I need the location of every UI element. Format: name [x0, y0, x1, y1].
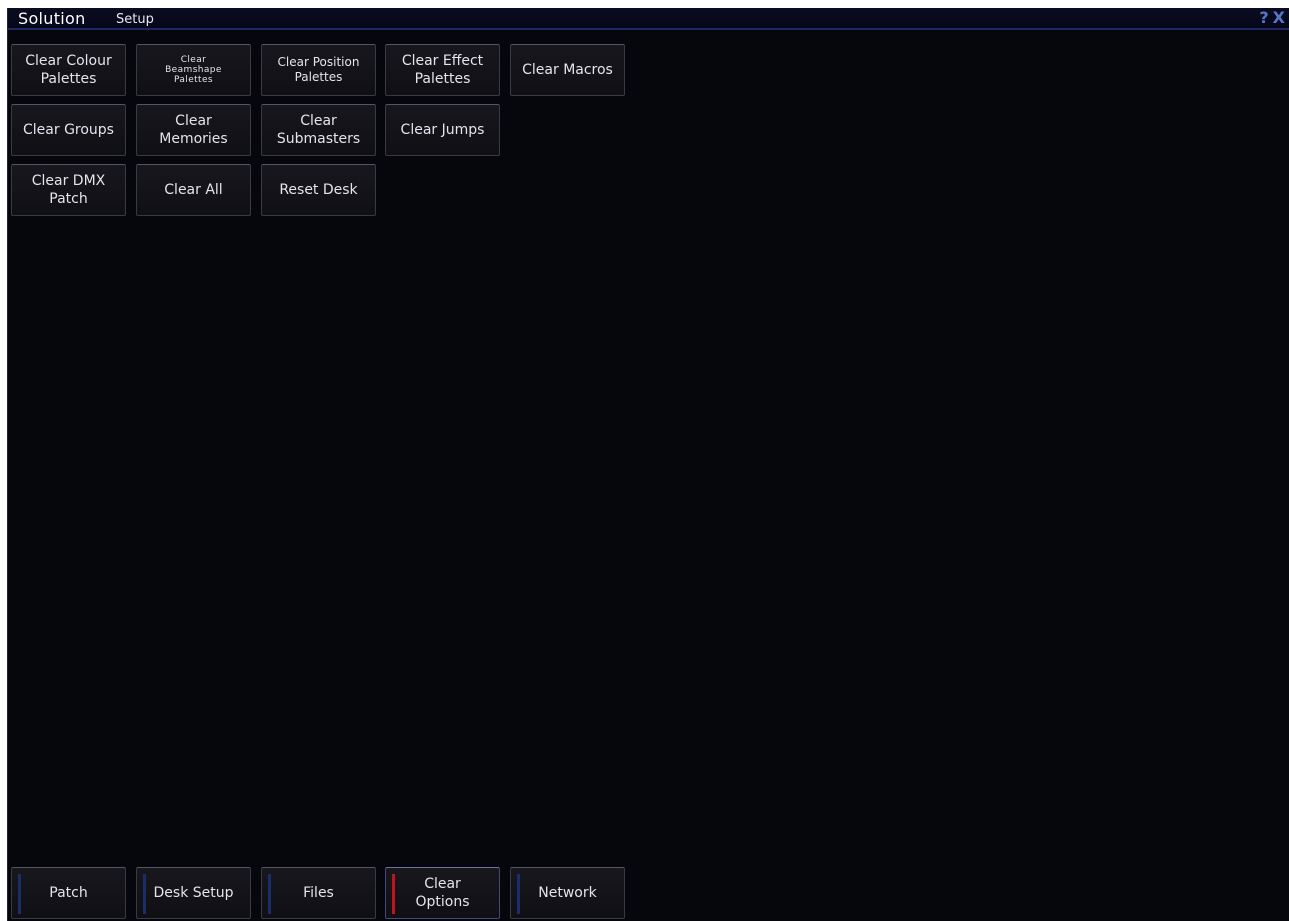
tab-desk-setup[interactable]: Desk Setup: [136, 867, 251, 919]
title-bar-controls: ? X: [1259, 9, 1285, 27]
clear-submasters-label: Clear Submasters: [276, 113, 361, 147]
clear-macros-label: Clear Macros: [522, 62, 613, 78]
clear-dmx-patch-button[interactable]: Clear DMX Patch: [11, 164, 126, 216]
clear-jumps-label: Clear Jumps: [400, 122, 485, 138]
clear-colour-palettes-button[interactable]: Clear Colour Palettes: [11, 44, 126, 96]
tab-desk-setup-label: Desk Setup: [153, 885, 234, 901]
clear-beamshape-palettes-label: Clear Beamshape Palettes: [165, 55, 222, 85]
tab-indicator-active: [392, 874, 395, 914]
tab-clear-options[interactable]: Clear Options: [385, 867, 500, 919]
help-icon[interactable]: ?: [1259, 9, 1268, 27]
tab-files-label: Files: [303, 885, 334, 901]
reset-desk-button[interactable]: Reset Desk: [261, 164, 376, 216]
tab-indicator: [517, 874, 520, 914]
tab-indicator: [143, 874, 146, 914]
clear-all-label: Clear All: [164, 182, 223, 198]
clear-groups-label: Clear Groups: [23, 122, 114, 138]
clear-colour-palettes-label: Clear Colour Palettes: [25, 53, 112, 87]
clear-groups-button[interactable]: Clear Groups: [11, 104, 126, 156]
setup-window: Solution Setup ? X Clear Colour Palettes…: [7, 8, 1289, 921]
clear-effect-palettes-label: Clear Effect Palettes: [401, 53, 484, 87]
clear-all-button[interactable]: Clear All: [136, 164, 251, 216]
tab-network-label: Network: [538, 885, 597, 901]
tab-network[interactable]: Network: [510, 867, 625, 919]
clear-position-palettes-button[interactable]: Clear Position Palettes: [261, 44, 376, 96]
tab-indicator: [268, 874, 271, 914]
clear-dmx-patch-label: Clear DMX Patch: [31, 173, 106, 207]
clear-beamshape-palettes-button[interactable]: Clear Beamshape Palettes: [136, 44, 251, 96]
window-title: Setup: [116, 12, 154, 27]
tab-indicator: [18, 874, 21, 914]
clear-jumps-button[interactable]: Clear Jumps: [385, 104, 500, 156]
tab-clear-options-label: Clear Options: [415, 876, 470, 910]
title-bar: Solution Setup ? X: [8, 8, 1289, 30]
tab-patch[interactable]: Patch: [11, 867, 126, 919]
clear-memories-button[interactable]: Clear Memories: [136, 104, 251, 156]
clear-macros-button[interactable]: Clear Macros: [510, 44, 625, 96]
tab-files[interactable]: Files: [261, 867, 376, 919]
clear-effect-palettes-button[interactable]: Clear Effect Palettes: [385, 44, 500, 96]
clear-memories-label: Clear Memories: [159, 113, 228, 147]
close-icon[interactable]: X: [1273, 9, 1285, 27]
clear-submasters-button[interactable]: Clear Submasters: [261, 104, 376, 156]
solution-logo: Solution: [18, 9, 86, 28]
tab-patch-label: Patch: [49, 885, 88, 901]
clear-position-palettes-label: Clear Position Palettes: [277, 55, 360, 84]
reset-desk-label: Reset Desk: [279, 182, 358, 198]
